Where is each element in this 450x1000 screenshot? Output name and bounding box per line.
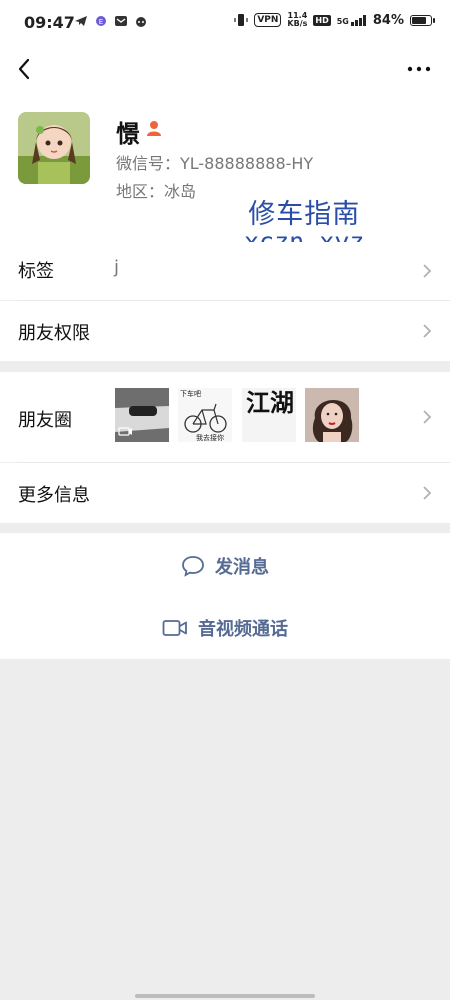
moments-thumb-video[interactable]: [115, 388, 169, 442]
battery-fill: [412, 16, 426, 24]
profile-card: 憬 微信号：YL-88888888-HY 地区：冰岛 修车指南 xczn.xyz: [0, 92, 450, 256]
more-button[interactable]: [406, 58, 432, 80]
vpn-badge: VPN: [254, 13, 282, 27]
more-dots-icon: [407, 66, 431, 72]
hd-badge: HD: [313, 14, 331, 26]
signal-indicator: 5G: [336, 14, 367, 26]
portrait-image: [305, 388, 359, 442]
watermark-title: 修车指南: [248, 199, 361, 230]
chat-bubble-icon: [182, 556, 204, 577]
chevron-right-icon: [423, 410, 432, 424]
mail-icon: [115, 16, 127, 26]
status-time: 09:47: [24, 13, 75, 32]
chevron-right-icon: [423, 264, 432, 278]
more-info-label: 更多信息: [18, 485, 90, 506]
moments-thumb-video-image: [115, 388, 169, 442]
app-notification-icon: E: [96, 16, 106, 26]
region: 地区：冰岛: [116, 182, 197, 201]
tags-label: 标签: [18, 261, 54, 282]
bicycle-caption-top: 下车吧: [180, 390, 201, 398]
send-message-button[interactable]: 发消息: [0, 535, 450, 597]
video-call-button[interactable]: 音视频通话: [0, 597, 450, 659]
calligraphy-text: 江湖: [246, 388, 294, 417]
moments-label: 朋友圈: [18, 410, 72, 431]
avatar[interactable]: [18, 112, 90, 184]
action-panel: 发消息 音视频通话: [0, 533, 450, 659]
moments-thumb-bicycle[interactable]: 下车吧 我去接你: [178, 388, 232, 442]
moments-row[interactable]: 朋友圈 下车吧 我去接你 江湖: [0, 372, 450, 462]
telegram-icon: [75, 16, 87, 26]
signal-bars-icon: [350, 14, 366, 26]
signal-type: 5G: [336, 16, 349, 26]
video-call-label: 音视频通话: [198, 619, 288, 640]
chevron-right-icon: [423, 486, 432, 500]
home-indicator[interactable]: [135, 994, 315, 998]
send-message-label: 发消息: [215, 557, 269, 578]
status-bar: 09:47 E VPN 11.4 KB/s HD 5G 84%: [0, 0, 450, 46]
svg-text:E: E: [99, 18, 103, 26]
net-speed-unit: KB/s: [287, 19, 308, 28]
female-icon: [147, 121, 161, 136]
cat-icon: [136, 17, 146, 27]
wechat-id: 微信号：YL-88888888-HY: [116, 154, 314, 173]
avatar-image: [18, 112, 90, 184]
back-button[interactable]: [12, 54, 38, 84]
more-info-row[interactable]: 更多信息: [0, 463, 450, 523]
battery-percent: 84%: [372, 12, 404, 28]
bicycle-caption-bottom: 我去接你: [196, 434, 224, 442]
moments-thumb-calligraphy[interactable]: 江湖: [242, 388, 296, 442]
vibrate-icon: [234, 14, 248, 26]
chevron-left-icon: [18, 58, 30, 80]
tags-row[interactable]: 标签 j: [0, 242, 450, 300]
friend-permissions-label: 朋友权限: [18, 323, 90, 344]
net-speed: 11.4 KB/s: [287, 12, 307, 28]
video-camera-icon: [162, 620, 187, 636]
moments-thumb-portrait[interactable]: [305, 388, 359, 442]
nickname: 憬: [116, 120, 140, 148]
nav-bar: [0, 46, 450, 92]
friend-permissions-row[interactable]: 朋友权限: [0, 301, 450, 361]
chevron-right-icon: [423, 324, 432, 338]
battery-icon: [410, 14, 435, 26]
status-right: VPN 11.4 KB/s HD 5G 84%: [234, 12, 435, 28]
notification-icons: E: [74, 14, 148, 28]
tags-value: j: [114, 257, 120, 278]
